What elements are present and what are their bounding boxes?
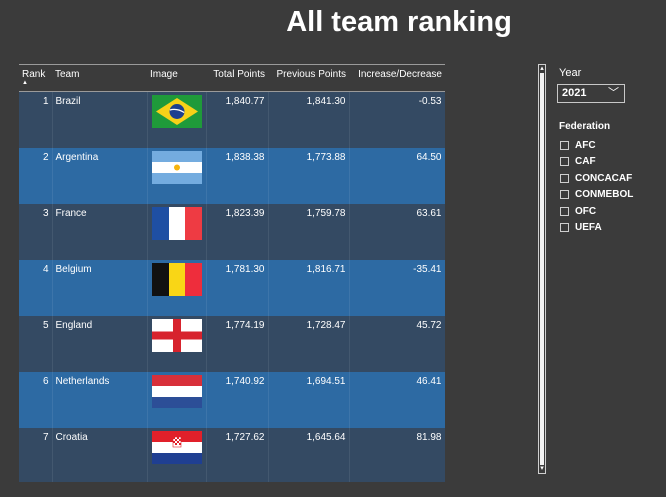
table-row[interactable]: 2 Argentina 1,838.38 1,773.88 64.50	[19, 148, 445, 204]
federation-option-conmebol[interactable]: CONMEBOL	[560, 187, 633, 204]
table-row[interactable]: 5 England 1,774.19 1,728.47 45.72	[19, 316, 445, 372]
total-points-cell: 1,774.19	[206, 316, 269, 372]
team-cell: Belgium	[52, 260, 148, 316]
table-row[interactable]: 4 Belgium 1,781.30 1,816.71 -35.41	[19, 260, 445, 316]
federation-option-caf[interactable]: CAF	[560, 154, 633, 171]
checkbox-icon[interactable]	[560, 173, 569, 183]
table-row[interactable]: 6 Netherlands 1,740.92 1,694.51 46.41	[19, 372, 445, 428]
total-points-cell: 1,740.92	[206, 372, 269, 428]
belgium-flag-icon	[151, 263, 202, 296]
federation-option-concacaf[interactable]: CONCACAF	[560, 170, 633, 187]
brazil-flag-icon	[151, 95, 202, 128]
previous-points-cell: 1,773.88	[268, 148, 350, 204]
team-cell: Croatia	[52, 428, 148, 482]
argentina-flag-icon	[151, 151, 202, 184]
rank-cell: 2	[19, 148, 53, 204]
table-row[interactable]: 1 Brazil 1,840.77 1,841.30 -0.53	[19, 91, 445, 148]
federation-filter-label: Federation	[559, 121, 611, 132]
france-flag-icon	[151, 207, 202, 240]
checkbox-icon[interactable]	[560, 190, 569, 200]
total-points-cell: 1,781.30	[206, 260, 269, 316]
england-flag-icon	[151, 319, 202, 352]
netherlands-flag-icon	[151, 375, 202, 408]
column-header-team[interactable]: Team	[52, 64, 147, 92]
previous-points-cell: 1,841.30	[268, 91, 350, 148]
team-cell: France	[52, 204, 148, 260]
scroll-down-arrow-icon[interactable]: ▾	[538, 465, 546, 473]
federation-option-uefa[interactable]: UEFA	[560, 220, 633, 237]
rank-cell: 6	[19, 372, 53, 428]
team-cell: Brazil	[52, 91, 148, 148]
column-header-image[interactable]: Image	[147, 64, 206, 92]
checkbox-icon[interactable]	[560, 140, 569, 150]
column-header-rank[interactable]: Rank ▲	[19, 64, 52, 92]
change-cell: 81.98	[349, 428, 445, 482]
sort-ascending-icon: ▲	[22, 80, 28, 86]
image-cell	[147, 148, 207, 204]
change-cell: -35.41	[349, 260, 445, 316]
scrollbar-thumb[interactable]	[540, 73, 544, 465]
federation-option-label: CAF	[575, 156, 596, 168]
federation-option-label: AFC	[575, 139, 596, 151]
federation-option-label: UEFA	[575, 222, 602, 234]
previous-points-cell: 1,816.71	[268, 260, 350, 316]
page-title: All team ranking	[286, 6, 512, 38]
scroll-up-arrow-icon[interactable]: ▴	[538, 65, 546, 73]
table-row[interactable]: 3 France 1,823.39 1,759.78 63.61	[19, 204, 445, 260]
rank-cell: 3	[19, 204, 53, 260]
change-cell: 63.61	[349, 204, 445, 260]
total-points-cell: 1,727.62	[206, 428, 269, 482]
checkbox-icon[interactable]	[560, 206, 569, 216]
checkbox-icon[interactable]	[560, 157, 569, 167]
year-dropdown[interactable]: 2021 ﹀	[557, 84, 625, 103]
column-header-total-points[interactable]: Total Points	[206, 64, 268, 92]
table-scrollbar[interactable]: ▴ ▾	[538, 64, 546, 474]
rank-cell: 1	[19, 91, 53, 148]
image-cell	[147, 204, 207, 260]
total-points-cell: 1,838.38	[206, 148, 269, 204]
table-row[interactable]: 7 Croatia 1,727.62 1,645.64 81.98	[19, 428, 445, 482]
change-cell: 64.50	[349, 148, 445, 204]
image-cell	[147, 91, 207, 148]
federation-option-label: CONCACAF	[575, 172, 633, 184]
checkbox-icon[interactable]	[560, 223, 569, 233]
previous-points-cell: 1,759.78	[268, 204, 350, 260]
rank-cell: 5	[19, 316, 53, 372]
image-cell	[147, 428, 207, 482]
team-cell: Netherlands	[52, 372, 148, 428]
federation-option-ofc[interactable]: OFC	[560, 203, 633, 220]
change-cell: 45.72	[349, 316, 445, 372]
total-points-cell: 1,823.39	[206, 204, 269, 260]
year-selected-value: 2021	[562, 87, 587, 99]
change-cell: -0.53	[349, 91, 445, 148]
rank-cell: 4	[19, 260, 53, 316]
column-header-increase-decrease[interactable]: Increase/Decrease	[349, 64, 445, 92]
total-points-cell: 1,840.77	[206, 91, 269, 148]
table-header-row: Rank ▲ Team Image Total Points Previous …	[19, 64, 445, 92]
chevron-down-icon: ﹀	[608, 87, 619, 99]
image-cell	[147, 372, 207, 428]
image-cell	[147, 316, 207, 372]
year-filter-label: Year	[559, 67, 582, 79]
team-cell: Argentina	[52, 148, 148, 204]
team-cell: England	[52, 316, 148, 372]
change-cell: 46.41	[349, 372, 445, 428]
previous-points-cell: 1,728.47	[268, 316, 350, 372]
rank-cell: 7	[19, 428, 53, 482]
previous-points-cell: 1,645.64	[268, 428, 350, 482]
federation-option-label: OFC	[575, 205, 597, 217]
previous-points-cell: 1,694.51	[268, 372, 350, 428]
federation-option-afc[interactable]: AFC	[560, 137, 633, 154]
federation-filter-list: AFC CAF CONCACAF CONMEBOL OFC UEFA	[560, 137, 633, 236]
croatia-flag-icon	[151, 431, 202, 464]
ranking-table: Rank ▲ Team Image Total Points Previous …	[19, 64, 445, 482]
column-header-previous-points[interactable]: Previous Points	[268, 64, 349, 92]
federation-option-label: CONMEBOL	[575, 189, 634, 201]
image-cell	[147, 260, 207, 316]
